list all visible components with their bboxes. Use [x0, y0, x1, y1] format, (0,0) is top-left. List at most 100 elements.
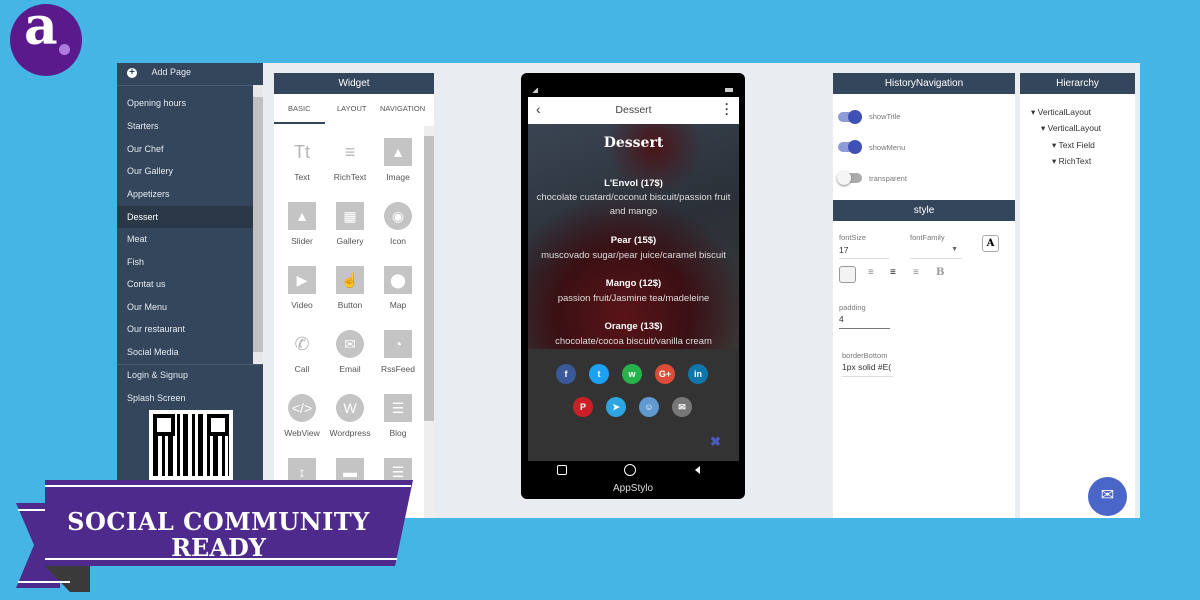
slider-icon: ▲: [288, 202, 316, 230]
widget-map[interactable]: ⬤ Map: [374, 266, 422, 310]
widget-richtext[interactable]: ≡ RichText: [326, 138, 374, 182]
toggle-transparent[interactable]: [837, 171, 862, 185]
pinterest-share-icon[interactable]: P: [573, 397, 593, 417]
sidebar-item-login[interactable]: Login & Signup: [127, 365, 188, 385]
phone-icon: ✆: [294, 334, 310, 354]
padding-input[interactable]: 4: [839, 314, 890, 329]
bold-icon[interactable]: B: [936, 267, 944, 278]
sidebar-item[interactable]: Contat us: [127, 274, 166, 294]
banner-ribbon: SOCIAL COMMUNITY READY: [0, 480, 420, 600]
widget-rssfeed[interactable]: ◔ RssFeed: [374, 330, 422, 374]
tab-layout[interactable]: LAYOUT: [337, 104, 366, 113]
widget-header: Widget: [274, 73, 434, 94]
wordpress-icon: W: [336, 394, 364, 422]
reddit-share-icon[interactable]: ☺: [639, 397, 659, 417]
telegram-share-icon[interactable]: ➤: [606, 397, 626, 417]
widget-blog[interactable]: ☰ Blog: [374, 394, 422, 438]
toggle-show-menu[interactable]: [838, 140, 862, 154]
video-icon: ▶: [288, 266, 316, 294]
widget-gallery[interactable]: ▦ Gallery: [326, 202, 374, 246]
border-bottom-label: borderBottom: [842, 351, 888, 360]
add-page-button[interactable]: + Add Page: [127, 65, 191, 83]
twitter-share-icon[interactable]: t: [589, 364, 609, 384]
widget-slider[interactable]: ▲ Slider: [278, 202, 326, 246]
dessert-background-image: Dessert L'Envol (17$) chocolate custard/…: [528, 124, 739, 349]
menu-item-desc: passion fruit/Jasmine tea/madeleine: [557, 293, 710, 304]
sidebar-item[interactable]: Meat: [127, 229, 147, 249]
hierarchy-header: Hierarchy: [1020, 73, 1135, 94]
widget-icon[interactable]: ◉ Icon: [374, 202, 422, 246]
widget-call[interactable]: ✆ Call: [278, 330, 326, 374]
widget-label: RichText: [333, 172, 367, 182]
linkedin-share-icon[interactable]: in: [688, 364, 708, 384]
sidebar-item-selected[interactable]: Dessert: [127, 207, 158, 227]
sidebar-item[interactable]: Our Chef: [127, 139, 164, 159]
padding-label: padding: [839, 303, 866, 312]
widget-image[interactable]: ▲ Image: [374, 138, 422, 182]
image-icon: ▲: [384, 138, 412, 166]
widget-wordpress[interactable]: W Wordpress: [326, 394, 374, 438]
tab-navigation[interactable]: NAVIGATION: [380, 104, 425, 113]
toggle-label: transparent: [869, 174, 907, 183]
rss-icon: ◔: [384, 330, 412, 358]
app-bar: ‹ Dessert · · ·: [528, 97, 739, 124]
banner-line-1: SOCIAL COMMUNITY: [67, 507, 370, 536]
appstylo-logo: a: [10, 0, 82, 76]
tree-node[interactable]: ▾ Text Field: [1052, 140, 1095, 151]
widget-email[interactable]: ✉ Email: [326, 330, 374, 374]
menu-item-desc: chocolate/cocoa biscuit/vanilla cream: [555, 336, 712, 347]
toggle-show-title[interactable]: [838, 110, 862, 124]
sidebar-item-splash[interactable]: Splash Screen: [127, 388, 186, 408]
background-color-swatch[interactable]: [839, 266, 856, 283]
battery-icon: [725, 88, 733, 92]
sidebar-item[interactable]: Our Menu: [127, 297, 167, 317]
nav-back-icon[interactable]: [695, 466, 700, 474]
menu-item-desc: muscovado sugar/pear juice/caramel biscu…: [541, 250, 726, 261]
email-icon: ✉: [336, 330, 364, 358]
tree-node[interactable]: ▾ VerticalLayout: [1041, 123, 1101, 134]
text-icon: Tt: [294, 142, 310, 162]
sidebar-item[interactable]: Social Media: [127, 342, 179, 362]
widget-scrollbar[interactable]: [424, 126, 434, 518]
widget-text[interactable]: Tt Text: [278, 138, 326, 182]
email-share-icon[interactable]: ✉: [672, 397, 692, 417]
widget-webview[interactable]: </> WebView: [278, 394, 326, 438]
widget-label: RssFeed: [380, 364, 415, 374]
sidebar-item[interactable]: Our restaurant: [127, 319, 185, 339]
toggle-label: showTitle: [869, 112, 901, 121]
widget-label: Video: [291, 300, 313, 310]
border-bottom-input[interactable]: 1px solid #E(: [842, 362, 893, 377]
banner-line-2: READY: [171, 533, 266, 562]
close-icon[interactable]: ✖: [710, 434, 721, 450]
contact-mail-fab[interactable]: ✉: [1088, 477, 1127, 516]
font-size-label: fontSize: [839, 233, 867, 242]
google-plus-share-icon[interactable]: G+: [655, 364, 675, 384]
widget-video[interactable]: ▶ Video: [278, 266, 326, 310]
sidebar-item[interactable]: Our Gallery: [127, 161, 173, 181]
tree-node[interactable]: ▾ RichText: [1052, 156, 1091, 167]
nav-home-icon[interactable]: [624, 464, 636, 476]
code-icon: </>: [288, 394, 316, 422]
widget-label: Icon: [389, 236, 407, 246]
sidebar-item[interactable]: Opening hours: [127, 93, 186, 113]
menu-item-title: Mango (12$): [605, 278, 662, 289]
sidebar-item[interactable]: Starters: [127, 116, 159, 136]
facebook-share-icon[interactable]: f: [556, 364, 576, 384]
more-vert-icon[interactable]: · · ·: [725, 98, 729, 120]
align-left-icon[interactable]: ≡: [868, 267, 874, 278]
widget-button[interactable]: ☝ Button: [326, 266, 374, 310]
sidebar-item[interactable]: Appetizers: [127, 184, 170, 204]
sidebar-scrollbar[interactable]: [253, 85, 263, 365]
align-right-icon[interactable]: ≡: [913, 267, 919, 278]
tab-basic[interactable]: BASIC: [288, 104, 311, 113]
nav-square-icon[interactable]: [557, 465, 567, 475]
whatsapp-share-icon[interactable]: w: [622, 364, 642, 384]
tree-node[interactable]: ▾ VerticalLayout: [1031, 107, 1091, 118]
font-color-button[interactable]: A: [982, 235, 999, 252]
sidebar-item[interactable]: Fish: [127, 252, 144, 272]
style-header: style: [833, 200, 1015, 221]
align-center-icon[interactable]: ≡: [890, 267, 896, 278]
widget-label: Map: [389, 300, 407, 310]
font-size-input[interactable]: 17: [839, 245, 889, 259]
font-family-select[interactable]: ▼: [910, 245, 962, 259]
